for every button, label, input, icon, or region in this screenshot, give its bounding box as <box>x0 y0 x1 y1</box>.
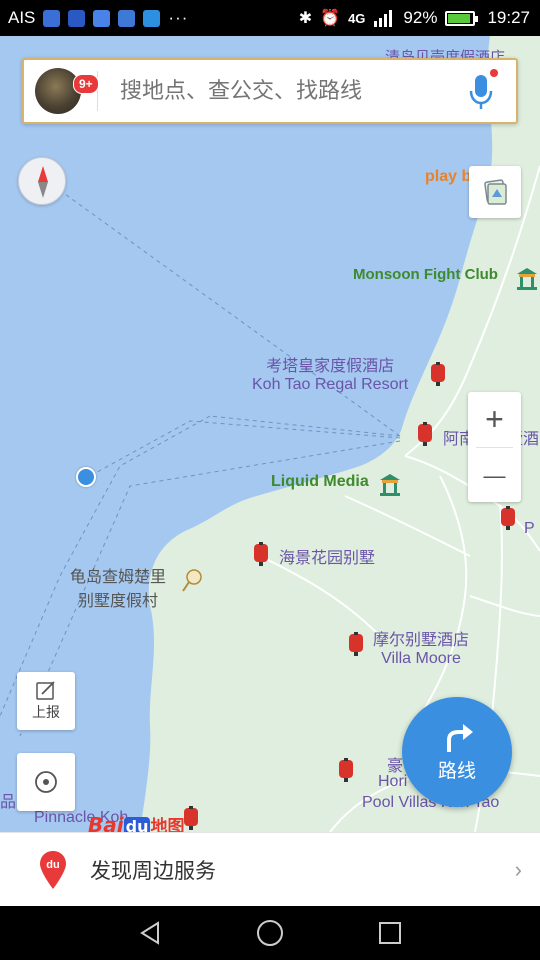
route-button[interactable]: 路线 <box>402 697 512 807</box>
network-type-label: 4G <box>348 10 366 26</box>
logo-bai: Bai <box>88 813 124 832</box>
home-icon[interactable] <box>255 918 285 948</box>
back-icon[interactable] <box>136 919 164 947</box>
signal-icon <box>374 10 393 27</box>
edit-icon <box>36 681 55 700</box>
hotel-pin-icon[interactable] <box>338 758 354 782</box>
map-label-villa-moore[interactable]: 摩尔别墅酒店 Villa Moore <box>373 626 469 668</box>
current-location-marker <box>76 467 96 487</box>
map-label-turtle-island-resort[interactable]: 龟岛查姆楚里 别墅度假村 <box>70 563 166 611</box>
notification-badge: 9+ <box>73 74 99 94</box>
report-label: 上报 <box>32 704 60 720</box>
battery-icon <box>445 10 479 26</box>
status-bar: AIS ··· ✱ ⏰ 4G 92% 19:27 <box>0 0 540 36</box>
app-notification-icon <box>93 9 111 27</box>
map-label-p[interactable]: P <box>524 520 535 538</box>
compass-icon <box>38 166 48 198</box>
map-label-koh-tao-regal-resort[interactable]: 考塔皇家度假酒店 Koh Tao Regal Resort <box>252 352 408 394</box>
hotel-pin-icon[interactable] <box>430 362 446 386</box>
zoom-control: + — <box>468 392 521 502</box>
carrier-label: AIS <box>8 8 36 27</box>
route-arrow-icon <box>447 723 473 752</box>
map-label-play[interactable]: play b <box>425 168 471 186</box>
map-label-en: Villa Moore <box>381 650 461 667</box>
discover-services-bar[interactable]: du 发现周边服务 › <box>0 832 540 906</box>
layers-icon <box>484 179 507 205</box>
map-label-monsoon-fight-club[interactable]: Monsoon Fight Club <box>353 266 498 283</box>
compass-button[interactable] <box>18 157 66 205</box>
map-layers-button[interactable] <box>469 166 521 218</box>
search-bar[interactable]: 9+ <box>22 58 518 124</box>
app-notification-icon <box>68 9 86 27</box>
user-avatar[interactable]: 9+ <box>35 68 99 114</box>
map-label-hori-en[interactable]: Hori <box>378 773 407 791</box>
map-label-cn: 考塔皇家度假酒店 <box>266 358 395 375</box>
more-notifications-icon: ··· <box>168 8 189 27</box>
voice-search-button[interactable] <box>462 69 502 113</box>
hotel-pin-icon[interactable] <box>183 806 199 830</box>
battery-percent: 92% <box>403 8 438 27</box>
attraction-pin-icon[interactable] <box>378 472 402 496</box>
discover-label: 发现周边服务 <box>90 858 216 883</box>
hotel-pin-icon[interactable] <box>253 542 269 566</box>
chevron-right-icon: › <box>514 856 522 882</box>
system-nav-bar <box>0 906 540 960</box>
logo-ditu: 地图 <box>150 817 185 832</box>
map-label-seaview-villa[interactable]: 海景花园别墅 <box>279 544 375 568</box>
report-button[interactable]: 上报 <box>17 672 75 730</box>
alarm-icon: ⏰ <box>320 10 341 27</box>
telegram-notification-icon <box>143 9 161 27</box>
locate-me-button[interactable] <box>17 753 75 811</box>
du-pin-icon: du <box>38 850 68 890</box>
recents-icon[interactable] <box>376 919 404 947</box>
baidu-map-logo: Bai du 地图 <box>88 812 184 832</box>
map-label-cn: 摩尔别墅酒店 <box>373 632 470 649</box>
hotel-pin-icon[interactable] <box>348 632 364 656</box>
map-label-cn: 别墅度假村 <box>78 593 159 610</box>
hotel-pin-icon[interactable] <box>500 506 516 530</box>
map-label-liquid-media[interactable]: Liquid Media <box>271 473 369 491</box>
map-label-cn: 龟岛查姆楚里 <box>70 569 167 586</box>
search-input[interactable] <box>98 78 462 104</box>
gallery-notification-icon <box>118 9 136 27</box>
zoom-out-button[interactable]: — <box>468 448 521 503</box>
pin-marker-icon[interactable] <box>180 568 204 592</box>
du-pin-label: du <box>46 859 59 871</box>
zoom-in-button[interactable]: + <box>468 392 521 447</box>
route-label: 路线 <box>437 759 476 782</box>
map-label-en: Koh Tao Regal Resort <box>252 376 409 393</box>
attraction-pin-icon[interactable] <box>515 266 539 290</box>
map-label-pinnacle-cn[interactable]: 品 <box>0 788 16 812</box>
bluetooth-icon: ✱ <box>298 10 313 27</box>
locate-icon <box>35 771 57 793</box>
logo-du: du <box>123 817 151 832</box>
voice-alert-dot <box>490 69 498 77</box>
hotel-pin-icon[interactable] <box>417 422 433 446</box>
app-notification-icon <box>43 9 61 27</box>
clock: 19:27 <box>487 8 530 27</box>
